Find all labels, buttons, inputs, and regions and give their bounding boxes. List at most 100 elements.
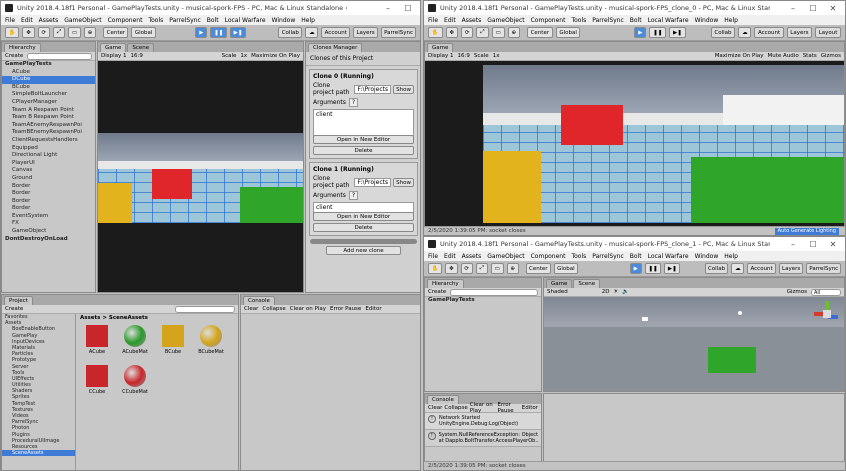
hierarchy-item[interactable]: Directional Light — [2, 152, 95, 160]
pause-button[interactable]: ❚❚ — [644, 263, 662, 274]
hierarchy-item[interactable]: Border — [2, 183, 95, 191]
layers-dropdown[interactable]: Layers — [786, 27, 813, 38]
maximize-on-play-toggle[interactable]: Maximize On Play — [715, 53, 764, 59]
2d-toggle[interactable]: 2D — [602, 289, 610, 295]
close-icon[interactable]: ✕ — [825, 4, 841, 13]
hierarchy-create-dropdown[interactable]: Create — [428, 289, 446, 295]
asset-item[interactable]: BCube — [160, 325, 186, 355]
tab-game[interactable]: Game — [427, 43, 454, 52]
clone-show-button[interactable]: Show — [393, 177, 414, 187]
console-log-entry[interactable]: ! System.NullReferenceException: Object .… — [425, 430, 541, 447]
menu-edit[interactable]: Edit — [21, 17, 33, 24]
maximize-icon[interactable]: ☐ — [805, 4, 821, 13]
layers-dropdown[interactable]: Layers — [353, 27, 379, 38]
clone-path-field[interactable]: F:\Projects — [354, 177, 392, 187]
clone1-scene-viewport[interactable] — [544, 297, 844, 391]
menu-edit[interactable]: Edit — [444, 253, 456, 260]
pivot-center-button[interactable]: Center — [526, 27, 553, 38]
menu-gameobject[interactable]: GameObject — [487, 17, 524, 24]
hierarchy-item[interactable]: FX — [2, 220, 95, 228]
scene-search-input[interactable]: All — [811, 288, 841, 296]
hierarchy-item[interactable]: SimpleBoltLauncher — [2, 91, 95, 99]
menu-window[interactable]: Window — [272, 17, 296, 24]
hierarchy-item[interactable]: PlayerUI — [2, 160, 95, 168]
menu-parrelsync[interactable]: ParrelSync — [169, 17, 201, 24]
hierarchy-search-input[interactable] — [450, 288, 538, 296]
menu-component[interactable]: Component — [108, 17, 143, 24]
shading-mode-dropdown[interactable]: Shaded — [547, 289, 568, 295]
menu-file[interactable]: File — [428, 17, 438, 24]
step-button[interactable]: ▶❚ — [664, 263, 681, 274]
close-icon[interactable]: ✕ — [825, 240, 841, 249]
delete-clone-button[interactable]: Delete — [313, 146, 414, 155]
menu-edit[interactable]: Edit — [444, 17, 456, 24]
menu-component[interactable]: Component — [531, 253, 566, 260]
hierarchy-scene-root[interactable]: DontDestroyOnLoad — [2, 236, 95, 244]
hierarchy-create-dropdown[interactable]: Create — [5, 53, 23, 59]
hierarchy-item[interactable]: Team B Respawn Point — [2, 114, 95, 122]
move-tool-button[interactable]: ✥ — [445, 263, 458, 274]
hierarchy-item[interactable]: BCube — [2, 84, 95, 92]
main-game-viewport[interactable] — [98, 61, 303, 292]
audio-toggle-icon[interactable]: 🔈 — [622, 289, 629, 295]
pause-button[interactable]: ❚❚ — [210, 27, 227, 38]
transform-tool-button[interactable]: ⊕ — [506, 263, 519, 274]
clone-path-field[interactable]: F:\Projects — [354, 84, 392, 94]
collab-dropdown[interactable]: Collab — [278, 27, 303, 38]
console-clear-button[interactable]: Clear — [244, 306, 258, 312]
tab-console[interactable]: Console — [427, 395, 459, 404]
hierarchy-item[interactable]: ACube — [2, 69, 95, 77]
tab-hierarchy[interactable]: Hierarchy — [427, 279, 464, 288]
hierarchy-item[interactable]: CPlayerManager — [2, 99, 95, 107]
scale-tool-button[interactable]: ⤢ — [476, 27, 489, 38]
asset-item[interactable]: BCubeMat — [198, 325, 224, 355]
menu-assets[interactable]: Assets — [39, 17, 59, 24]
play-button[interactable]: ▶ — [629, 263, 642, 274]
hierarchy-item[interactable]: Team A Respawn Point — [2, 107, 95, 115]
hierarchy-item[interactable]: Equipped — [2, 145, 95, 153]
hierarchy-item[interactable]: TeamAEnemyRespawnPoi — [2, 122, 95, 130]
play-button[interactable]: ▶ — [195, 27, 208, 38]
move-tool-button[interactable]: ✥ — [22, 27, 35, 38]
menu-parrelsync[interactable]: ParrelSync — [592, 253, 624, 260]
console-clear-button[interactable]: Clear — [428, 405, 442, 411]
tab-game[interactable]: Game — [100, 43, 127, 52]
account-dropdown[interactable]: Account — [754, 27, 784, 38]
scene-orientation-gizmo-icon[interactable] — [814, 301, 840, 327]
asset-item[interactable]: CCubeMat — [122, 365, 148, 395]
rotate-tool-button[interactable]: ⟳ — [460, 263, 473, 274]
console-collapse-button[interactable]: Collapse — [262, 306, 285, 312]
clone0-game-viewport[interactable] — [425, 61, 844, 226]
console-error-pause-button[interactable]: Error Pause — [497, 402, 519, 414]
menu-file[interactable]: File — [5, 17, 15, 24]
aspect-dropdown[interactable]: 16:9 — [458, 53, 470, 59]
transform-tool-button[interactable]: ⊕ — [507, 27, 520, 38]
menu-help[interactable]: Help — [301, 17, 315, 24]
rect-tool-button[interactable]: ▭ — [490, 263, 504, 274]
menu-window[interactable]: Window — [695, 253, 719, 260]
hierarchy-item[interactable]: Canvas — [2, 167, 95, 175]
aspect-dropdown[interactable]: 16:9 — [131, 53, 143, 59]
menu-bolt[interactable]: Bolt — [207, 17, 219, 24]
hierarchy-item[interactable]: Border — [2, 205, 95, 213]
collab-dropdown[interactable]: Collab — [704, 263, 729, 274]
menu-window[interactable]: Window — [695, 17, 719, 24]
clone-arguments-help-icon[interactable]: ? — [348, 191, 359, 200]
step-button[interactable]: ▶❚ — [229, 27, 247, 38]
transform-tool-button[interactable]: ⊕ — [83, 27, 97, 38]
lighting-toggle-icon[interactable]: ☀ — [613, 289, 618, 295]
step-button[interactable]: ▶❚ — [669, 27, 686, 38]
menu-assets[interactable]: Assets — [462, 17, 482, 24]
play-button[interactable]: ▶ — [634, 27, 647, 38]
scale-tool-button[interactable]: ⤢ — [52, 27, 66, 38]
account-dropdown[interactable]: Account — [747, 263, 776, 274]
cloud-icon[interactable]: ☁ — [738, 27, 752, 38]
pivot-global-button[interactable]: Global — [555, 27, 581, 38]
menu-parrelsync[interactable]: ParrelSync — [592, 17, 624, 24]
tab-project[interactable]: Project — [4, 296, 33, 305]
gizmos-dropdown[interactable]: Gizmos — [787, 289, 807, 295]
menu-local-warfare[interactable]: Local Warfare — [648, 253, 689, 260]
tab-game[interactable]: Game — [546, 279, 573, 288]
open-in-new-editor-button[interactable]: Open in New Editor — [313, 135, 414, 144]
hand-tool-button[interactable]: ✋ — [428, 27, 443, 38]
